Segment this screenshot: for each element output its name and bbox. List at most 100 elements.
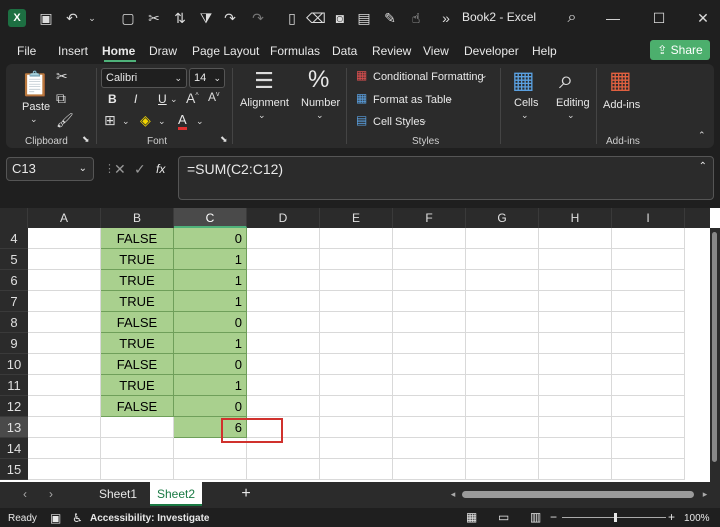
- select-all-corner[interactable]: [0, 208, 28, 228]
- cell-b[interactable]: [101, 438, 174, 459]
- column-header-g[interactable]: G: [466, 208, 539, 228]
- font-color-dropdown-icon[interactable]: ⌄: [196, 116, 204, 127]
- chevron-down-icon[interactable]: ⌄: [480, 70, 488, 81]
- cell[interactable]: [28, 270, 101, 291]
- cell-c[interactable]: 1: [174, 375, 247, 396]
- more-commands-icon[interactable]: »: [436, 8, 456, 28]
- undo-icon[interactable]: ↶: [62, 8, 82, 28]
- cell[interactable]: [320, 438, 393, 459]
- maximize-button[interactable]: ☐: [644, 6, 674, 30]
- shrink-font-icon[interactable]: Av: [208, 90, 220, 104]
- tab-insert[interactable]: Insert: [58, 44, 88, 58]
- cell-c[interactable]: 0: [174, 354, 247, 375]
- expand-formula-icon[interactable]: ⌃: [699, 161, 707, 172]
- cell[interactable]: [393, 333, 466, 354]
- tab-home[interactable]: Home: [102, 44, 135, 58]
- column-header-h[interactable]: H: [539, 208, 612, 228]
- cell-b[interactable]: FALSE: [101, 354, 174, 375]
- prev-sheet-icon[interactable]: ‹: [18, 482, 32, 506]
- save-icon[interactable]: ▣: [36, 8, 56, 28]
- cell[interactable]: [247, 396, 320, 417]
- column-header-d[interactable]: D: [247, 208, 320, 228]
- cell[interactable]: [612, 438, 685, 459]
- cell[interactable]: [612, 354, 685, 375]
- bold-button[interactable]: B: [108, 92, 117, 106]
- cell[interactable]: [247, 270, 320, 291]
- cell[interactable]: [466, 354, 539, 375]
- format-as-table-icon[interactable]: ▦: [356, 91, 367, 105]
- cell[interactable]: [393, 354, 466, 375]
- tab-data[interactable]: Data: [332, 44, 357, 58]
- editing-search-icon[interactable]: ⌕: [559, 64, 574, 96]
- add-sheet-button[interactable]: +: [238, 482, 254, 506]
- search-icon[interactable]: ⌕: [562, 8, 582, 28]
- cell-b[interactable]: [101, 417, 174, 438]
- column-header-c[interactable]: C: [174, 208, 247, 228]
- cell[interactable]: [28, 417, 101, 438]
- cell[interactable]: [28, 354, 101, 375]
- column-header-a[interactable]: A: [28, 208, 101, 228]
- cell-b[interactable]: TRUE: [101, 375, 174, 396]
- image-icon[interactable]: ▤: [354, 8, 374, 28]
- borders-icon[interactable]: ⊞: [104, 112, 116, 129]
- cell-b[interactable]: [101, 459, 174, 480]
- row-header[interactable]: 6: [0, 270, 28, 291]
- cell[interactable]: [612, 270, 685, 291]
- sort-icon[interactable]: ⇅: [170, 8, 190, 28]
- cell[interactable]: [393, 312, 466, 333]
- cell[interactable]: [247, 249, 320, 270]
- sheet-tab-sheet2[interactable]: Sheet2: [150, 482, 202, 506]
- cell[interactable]: [612, 228, 685, 249]
- minimize-button[interactable]: —: [598, 6, 628, 30]
- cell[interactable]: [466, 438, 539, 459]
- cell[interactable]: [612, 333, 685, 354]
- cell[interactable]: [247, 375, 320, 396]
- cell[interactable]: [539, 396, 612, 417]
- cell[interactable]: [247, 291, 320, 312]
- cell[interactable]: [28, 291, 101, 312]
- cell-b[interactable]: TRUE: [101, 249, 174, 270]
- alignment-dropdown-icon[interactable]: ⌄: [258, 110, 266, 121]
- name-box[interactable]: C13 ⌄: [6, 157, 94, 181]
- normal-view-icon[interactable]: ▦: [466, 510, 477, 524]
- tab-developer[interactable]: Developer: [464, 44, 519, 58]
- row-header[interactable]: 11: [0, 375, 28, 396]
- tab-review[interactable]: Review: [372, 44, 411, 58]
- tab-file[interactable]: File: [17, 44, 36, 58]
- cell[interactable]: [247, 228, 320, 249]
- cell-b[interactable]: TRUE: [101, 291, 174, 312]
- cell[interactable]: [393, 417, 466, 438]
- cell[interactable]: [320, 228, 393, 249]
- column-header-f[interactable]: F: [393, 208, 466, 228]
- horizontal-scroll-thumb[interactable]: [462, 491, 694, 498]
- macro-record-icon[interactable]: ▣: [50, 511, 61, 525]
- cell[interactable]: [28, 228, 101, 249]
- alignment-icon[interactable]: ☰: [250, 68, 278, 94]
- row-header[interactable]: 9: [0, 333, 28, 354]
- editing-label[interactable]: Editing: [556, 97, 590, 109]
- cell-c[interactable]: 0: [174, 228, 247, 249]
- cell[interactable]: [466, 417, 539, 438]
- cell-c[interactable]: 0: [174, 396, 247, 417]
- format-painter-icon[interactable]: 🖌: [56, 112, 74, 129]
- cell[interactable]: [320, 459, 393, 480]
- cell[interactable]: [612, 312, 685, 333]
- tab-help[interactable]: Help: [532, 44, 557, 58]
- clipboard-launcher-icon[interactable]: ⬊: [82, 134, 90, 145]
- italic-button[interactable]: I: [134, 92, 137, 106]
- insert-function-button[interactable]: fx: [156, 157, 165, 181]
- cell[interactable]: [393, 459, 466, 480]
- cell[interactable]: [28, 249, 101, 270]
- row-header[interactable]: 12: [0, 396, 28, 417]
- new-file-icon[interactable]: ▢: [118, 8, 138, 28]
- cell[interactable]: [393, 291, 466, 312]
- number-label[interactable]: Number: [301, 97, 340, 109]
- paste-label[interactable]: Paste: [22, 101, 50, 113]
- cell-c[interactable]: 1: [174, 333, 247, 354]
- cell-b[interactable]: TRUE: [101, 270, 174, 291]
- cell[interactable]: [28, 312, 101, 333]
- camera-icon[interactable]: ◙: [330, 8, 350, 28]
- cell[interactable]: [539, 270, 612, 291]
- cell[interactable]: [612, 459, 685, 480]
- cell[interactable]: [539, 438, 612, 459]
